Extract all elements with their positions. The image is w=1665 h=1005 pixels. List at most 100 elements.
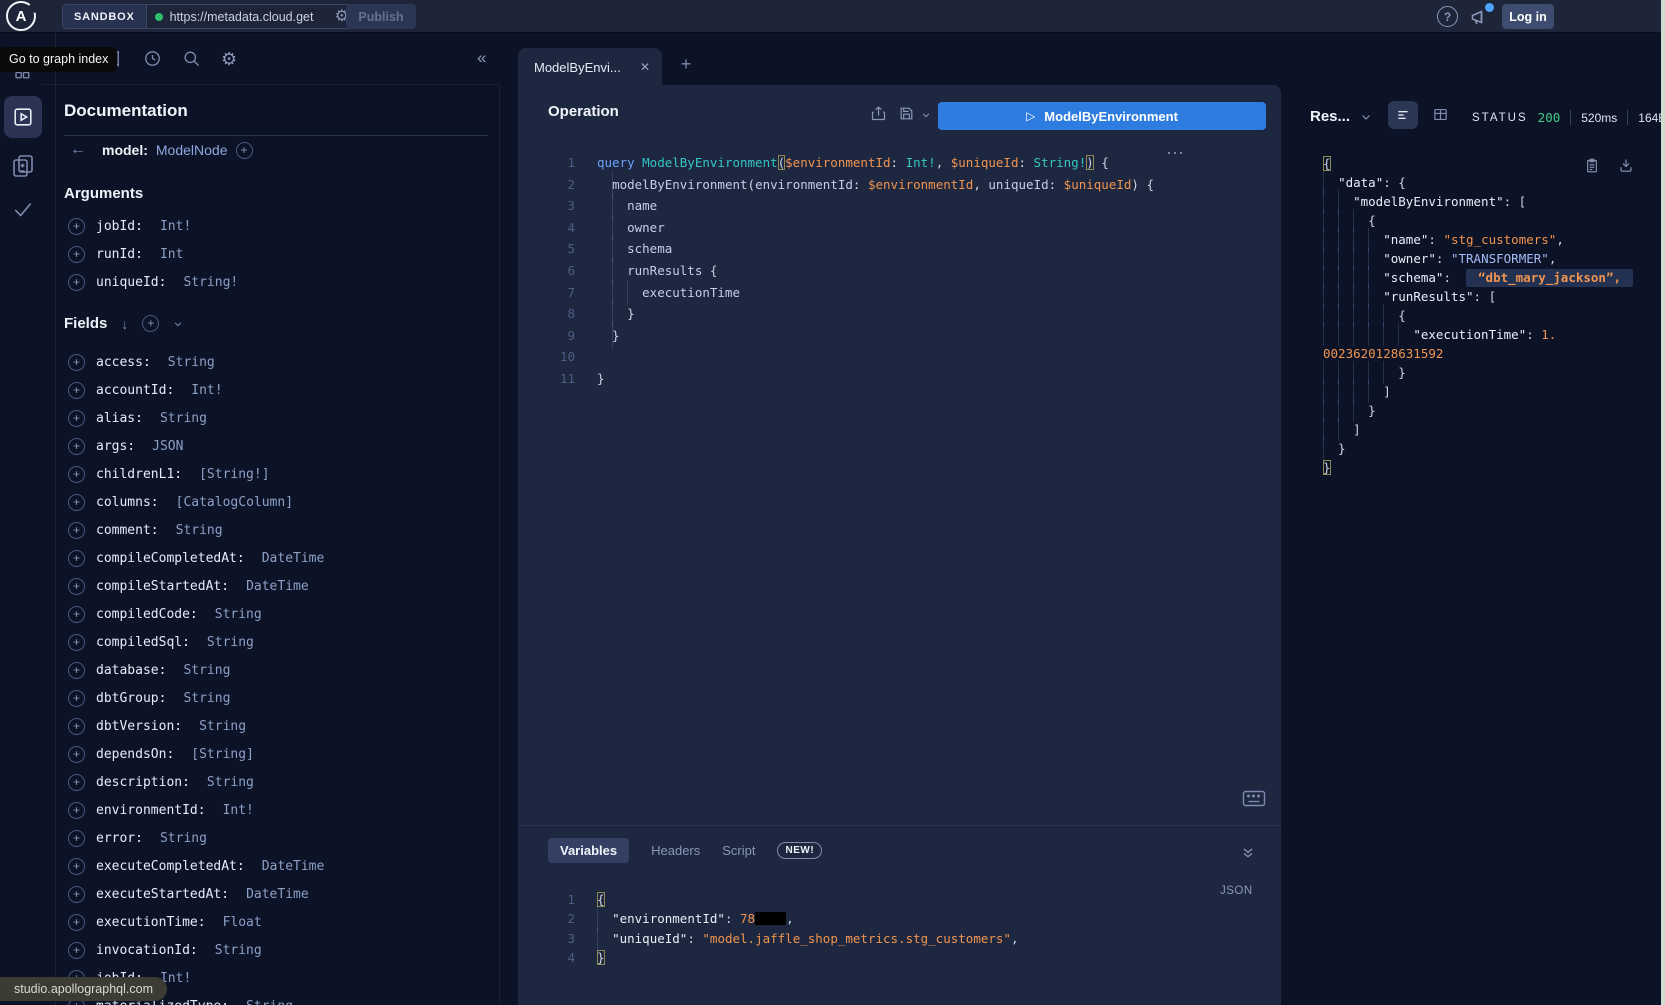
response-viewer[interactable]: { "data": { "modelByEnvironment": [ { "n bbox=[1323, 154, 1657, 477]
add-field-plus-icon[interactable]: + bbox=[68, 690, 85, 707]
field-name[interactable]: executeStartedAt: bbox=[96, 887, 229, 902]
announcements-megaphone-icon[interactable] bbox=[1468, 5, 1492, 29]
close-tab-icon[interactable]: ✕ bbox=[640, 60, 650, 74]
field-type[interactable]: DateTime bbox=[246, 579, 309, 594]
field-name[interactable]: accountId: bbox=[96, 383, 174, 398]
argument-name[interactable]: jobId: bbox=[96, 219, 143, 234]
add-field-plus-icon[interactable]: + bbox=[68, 354, 85, 371]
field-name[interactable]: dbtGroup: bbox=[96, 691, 166, 706]
apollo-logo-icon[interactable]: A bbox=[6, 1, 36, 31]
field-name[interactable]: environmentId: bbox=[96, 803, 206, 818]
add-field-plus-icon[interactable]: + bbox=[68, 858, 85, 875]
add-field-plus-icon[interactable]: + bbox=[68, 718, 85, 735]
field-type[interactable]: [String] bbox=[191, 747, 254, 762]
add-argument-plus-icon[interactable]: + bbox=[68, 246, 85, 263]
field-type[interactable]: String bbox=[168, 355, 215, 370]
add-field-plus-icon[interactable]: + bbox=[68, 774, 85, 791]
variables-code-line[interactable]: 1 { bbox=[518, 890, 1281, 909]
field-name[interactable]: compiledCode: bbox=[96, 607, 198, 622]
field-type[interactable]: Float bbox=[223, 915, 262, 930]
add-field-plus-icon[interactable]: + bbox=[68, 550, 85, 567]
save-options-chevron-icon[interactable] bbox=[921, 110, 931, 120]
tab-script[interactable]: Script bbox=[722, 843, 755, 858]
add-field-plus-icon[interactable]: + bbox=[68, 662, 85, 679]
add-type-plus-icon[interactable]: + bbox=[236, 142, 253, 159]
keyboard-shortcuts-icon[interactable] bbox=[1242, 790, 1266, 807]
new-tab-plus-icon[interactable]: + bbox=[676, 54, 696, 74]
collapse-sidebar-icon[interactable]: « bbox=[477, 48, 486, 68]
field-name[interactable]: dbtVersion: bbox=[96, 719, 182, 734]
search-icon[interactable] bbox=[182, 49, 201, 68]
field-name[interactable]: executeCompletedAt: bbox=[96, 859, 245, 874]
operation-code-line[interactable]: 3 name bbox=[518, 195, 1281, 217]
add-all-fields-plus-icon[interactable]: + bbox=[142, 315, 159, 332]
field-name[interactable]: compileStartedAt: bbox=[96, 579, 229, 594]
argument-type[interactable]: Int! bbox=[160, 219, 191, 234]
operation-code-line[interactable]: 7 executionTime bbox=[518, 282, 1281, 304]
add-field-plus-icon[interactable]: + bbox=[68, 606, 85, 623]
field-type[interactable]: String bbox=[160, 831, 207, 846]
field-type[interactable]: JSON bbox=[152, 439, 183, 454]
add-field-plus-icon[interactable]: + bbox=[68, 942, 85, 959]
share-operation-icon[interactable] bbox=[870, 105, 887, 122]
operation-code-line[interactable]: 6 runResults { bbox=[518, 260, 1281, 282]
checks-nav-item[interactable] bbox=[10, 198, 35, 220]
history-icon[interactable] bbox=[143, 49, 162, 68]
field-name[interactable]: error: bbox=[96, 831, 143, 846]
operation-code-line[interactable]: 10 bbox=[518, 346, 1281, 368]
run-operation-button[interactable]: ▷ ModelByEnvironment bbox=[938, 102, 1266, 130]
field-type[interactable]: String bbox=[176, 523, 223, 538]
publish-button[interactable]: Publish bbox=[346, 4, 416, 29]
response-title-row[interactable]: Res... bbox=[1310, 108, 1372, 125]
field-name[interactable]: compileCompletedAt: bbox=[96, 551, 245, 566]
add-field-plus-icon[interactable]: + bbox=[68, 438, 85, 455]
field-name[interactable]: invocationId: bbox=[96, 943, 198, 958]
add-argument-plus-icon[interactable]: + bbox=[68, 218, 85, 235]
operation-tab[interactable]: ModelByEnvi... ✕ bbox=[518, 48, 662, 86]
variables-code-line[interactable]: 4 } bbox=[518, 948, 1281, 967]
add-field-plus-icon[interactable]: + bbox=[68, 914, 85, 931]
operation-code-line[interactable]: 8 } bbox=[518, 303, 1281, 325]
field-name[interactable]: comment: bbox=[96, 523, 159, 538]
response-chevron-down-icon[interactable] bbox=[1360, 111, 1372, 123]
argument-name[interactable]: uniqueId: bbox=[96, 275, 166, 290]
field-name[interactable]: childrenL1: bbox=[96, 467, 182, 482]
field-type[interactable]: DateTime bbox=[246, 887, 309, 902]
operation-code-line[interactable]: 1 query ModelByEnvironment($environmentI… bbox=[518, 152, 1281, 174]
tab-headers[interactable]: Headers bbox=[651, 843, 700, 858]
type-name-link[interactable]: ModelNode bbox=[156, 142, 228, 158]
help-icon[interactable]: ? bbox=[1437, 6, 1458, 27]
add-argument-plus-icon[interactable]: + bbox=[68, 274, 85, 291]
add-field-plus-icon[interactable]: + bbox=[68, 578, 85, 595]
add-field-plus-icon[interactable]: + bbox=[68, 634, 85, 651]
field-type[interactable]: String bbox=[183, 691, 230, 706]
argument-type[interactable]: Int bbox=[160, 247, 183, 262]
field-type[interactable]: [CatalogColumn] bbox=[176, 495, 293, 510]
field-type[interactable]: [String!] bbox=[199, 467, 269, 482]
tab-variables[interactable]: Variables bbox=[548, 838, 629, 863]
field-type[interactable]: String bbox=[160, 411, 207, 426]
add-field-plus-icon[interactable]: + bbox=[68, 382, 85, 399]
variables-code-line[interactable]: 2 "environmentId": 78, bbox=[518, 909, 1281, 928]
endpoint-url-box[interactable]: https://metadata.cloud.get ⚙ bbox=[147, 5, 357, 28]
back-arrow-icon[interactable]: ← bbox=[70, 141, 86, 159]
field-type[interactable]: String bbox=[207, 775, 254, 790]
add-field-plus-icon[interactable]: + bbox=[68, 802, 85, 819]
add-field-plus-icon[interactable]: + bbox=[68, 830, 85, 847]
schema-nav-item[interactable] bbox=[11, 153, 35, 179]
add-field-plus-icon[interactable]: + bbox=[68, 522, 85, 539]
field-type[interactable]: String bbox=[199, 719, 246, 734]
add-field-plus-icon[interactable]: + bbox=[68, 410, 85, 427]
operation-code-line[interactable]: 5 schema bbox=[518, 238, 1281, 260]
variables-code-line[interactable]: 3 "uniqueId": "model.jaffle_shop_metrics… bbox=[518, 929, 1281, 948]
response-table-view-toggle[interactable] bbox=[1432, 106, 1449, 123]
field-type[interactable]: String bbox=[215, 607, 262, 622]
field-name[interactable]: description: bbox=[96, 775, 190, 790]
field-type[interactable]: DateTime bbox=[262, 859, 325, 874]
field-type[interactable]: String bbox=[207, 635, 254, 650]
chevron-down-icon[interactable] bbox=[173, 319, 183, 329]
field-name[interactable]: args: bbox=[96, 439, 135, 454]
field-type[interactable]: Int! bbox=[223, 803, 254, 818]
variables-editor[interactable]: 1 { 2 "environmentId": 78, 3 "uniqueId":… bbox=[518, 890, 1281, 968]
operation-code-line[interactable]: 9 } bbox=[518, 325, 1281, 347]
